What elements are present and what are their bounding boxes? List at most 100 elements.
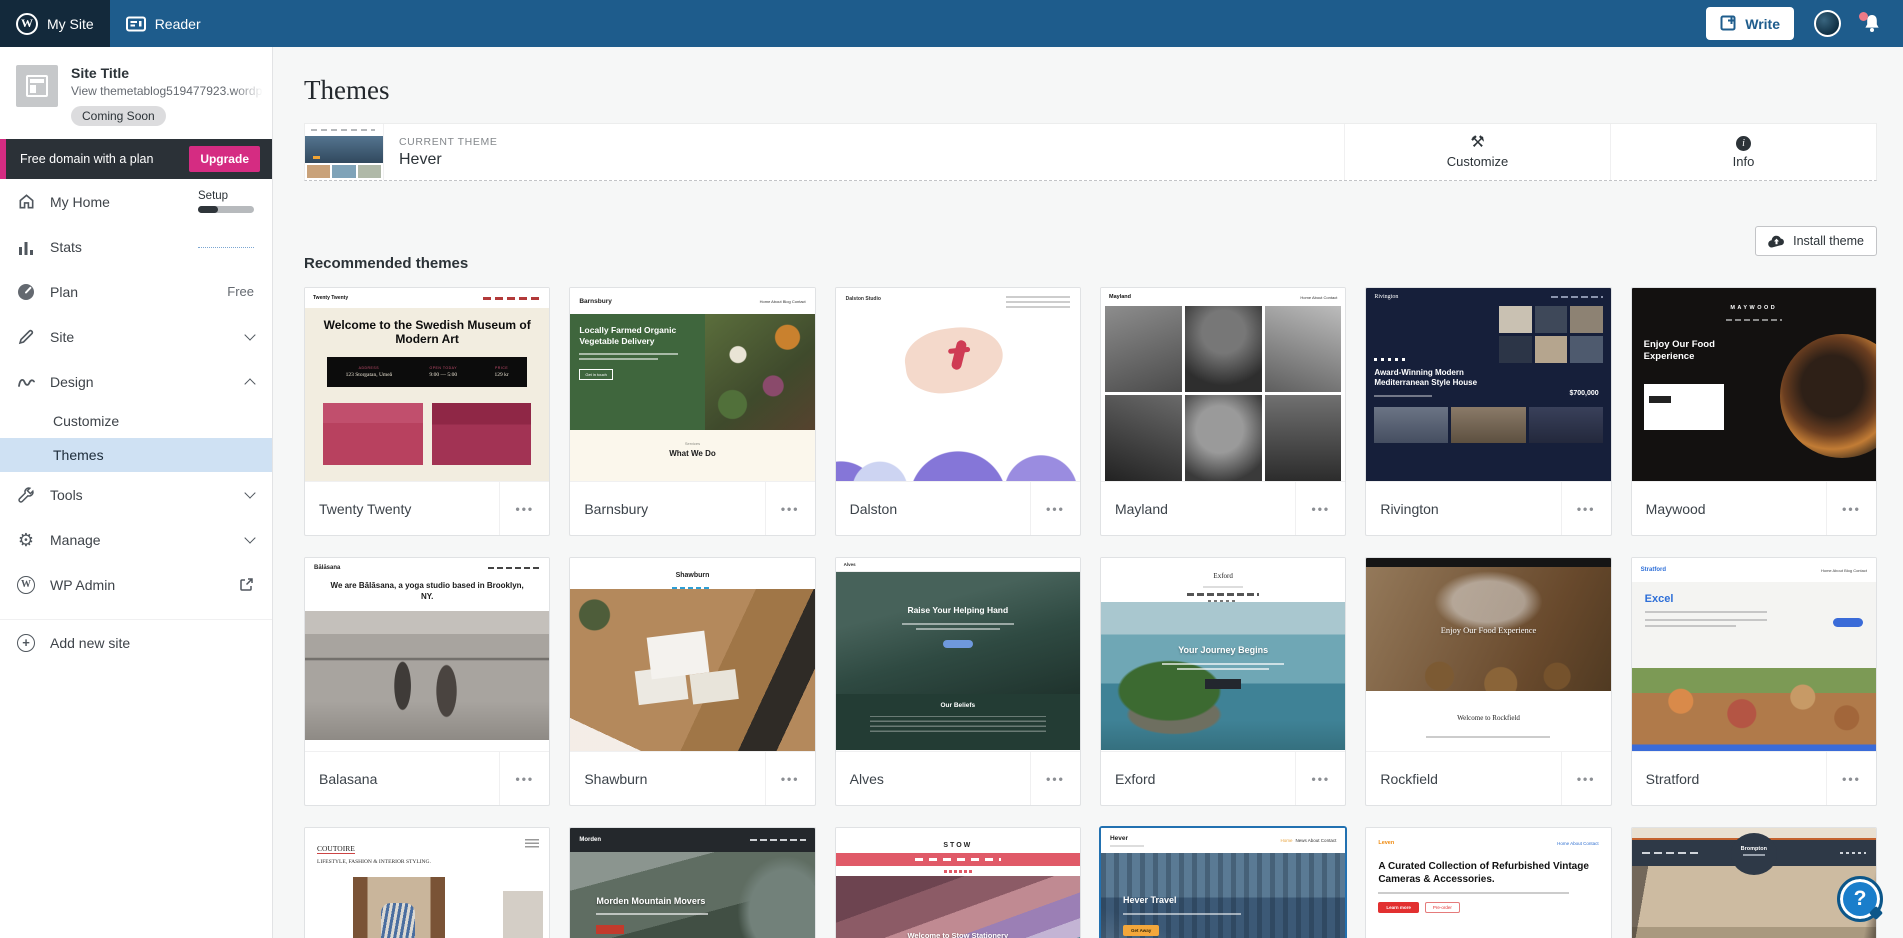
theme-more-button[interactable]: ••• (499, 752, 549, 805)
current-theme-name: Hever (399, 151, 1344, 169)
theme-more-button[interactable]: ••• (499, 482, 549, 535)
sidebar-item-wp-admin[interactable]: W WP Admin (0, 562, 272, 607)
theme-card-hever[interactable]: Hever HomeNews About Contact Hever Trave… (1100, 827, 1346, 938)
theme-card-maywood[interactable]: MAYWOOD Enjoy Our Food Experience Maywoo… (1631, 287, 1877, 536)
theme-more-button[interactable]: ••• (765, 482, 815, 535)
theme-card-alves[interactable]: Alves Raise Your Helping Hand Our Belief… (835, 557, 1081, 806)
theme-more-button[interactable]: ••• (1826, 752, 1876, 805)
theme-thumbnail: Twenty Twenty Welcome to the Swedish Mus… (305, 288, 549, 481)
theme-thumbnail: MaylandHome About Contact (1101, 288, 1345, 481)
current-theme-info: CURRENT THEME Hever (384, 124, 1344, 180)
theme-namebar: Barnsbury ••• (570, 481, 814, 535)
plan-icon (16, 283, 36, 301)
theme-card-twenty-twenty[interactable]: Twenty Twenty Welcome to the Swedish Mus… (304, 287, 550, 536)
theme-card-barnsbury[interactable]: BarnsburyHome About Blog Contact Locally… (569, 287, 815, 536)
sidebar-item-label: Stats (50, 239, 82, 255)
theme-card-brompton[interactable]: Brompton Brompton ••• (1631, 827, 1877, 938)
theme-card-stratford[interactable]: StratfordHome About Blog Contact Excel S… (1631, 557, 1877, 806)
customize-tools-icon: ⚒ (1470, 135, 1484, 151)
upgrade-button[interactable]: Upgrade (189, 146, 260, 172)
theme-card-coutoire[interactable]: COUTOIRELIFESTYLE, FASHION & INTERIOR ST… (304, 827, 550, 938)
thumb-photo (305, 877, 549, 938)
upsell-text: Free domain with a plan (20, 152, 153, 166)
theme-thumbnail: MAYWOOD Enjoy Our Food Experience (1632, 288, 1876, 481)
theme-card-shawburn[interactable]: Shawburn Shawburn ••• (569, 557, 815, 806)
thumb-brand: Alves (844, 562, 856, 567)
theme-card-balasana[interactable]: Bālāsana We are Bālāsana, a yoga studio … (304, 557, 550, 806)
page-title: Themes (304, 75, 1877, 106)
question-mark-icon: ? (1854, 887, 1867, 911)
write-button[interactable]: Write (1706, 7, 1794, 40)
sidebar-item-design[interactable]: Design (0, 359, 272, 404)
theme-card-rivington[interactable]: Rivington Award-Winning Modern Mediterra… (1365, 287, 1611, 536)
sidebar-item-site[interactable]: Site (0, 314, 272, 359)
themes-controls: Recommended themes Install theme (304, 226, 1877, 274)
thumb-brand: COUTOIRE (317, 844, 355, 854)
info-button[interactable]: i Info (1610, 124, 1876, 180)
sidebar-item-label: Site (50, 329, 74, 345)
thumb-photo (705, 314, 815, 430)
theme-more-button[interactable]: ••• (1561, 482, 1611, 535)
theme-namebar: Alves ••• (836, 751, 1080, 805)
theme-more-button[interactable]: ••• (1030, 752, 1080, 805)
main-content: Themes CURRENT THEME Hever ⚒ Customize i… (273, 0, 1903, 938)
install-theme-button[interactable]: Install theme (1755, 226, 1877, 256)
sidebar-item-my-home[interactable]: My Home Setup (0, 179, 272, 224)
site-card[interactable]: Site Title View themetablog519477923.wor… (0, 47, 272, 139)
sidebar-item-plan[interactable]: Plan Free (0, 269, 272, 314)
sidebar-item-label: Design (50, 374, 94, 390)
site-icon (16, 65, 58, 107)
sidebar-item-themes[interactable]: Themes (0, 438, 272, 472)
theme-card-morden[interactable]: Morden Morden Mountain Movers Morden ••• (569, 827, 815, 938)
notifications-button[interactable] (1861, 13, 1883, 34)
help-button[interactable]: ? (1837, 876, 1883, 922)
theme-card-leven[interactable]: LevenHome About Contact A Curated Collec… (1365, 827, 1611, 938)
theme-thumbnail: COUTOIRELIFESTYLE, FASHION & INTERIOR ST… (305, 828, 549, 938)
thumb-photo (1780, 334, 1876, 458)
thumb-brand: STOW (943, 842, 972, 849)
thumb-brand: Morden (579, 837, 601, 843)
design-squiggle-icon (16, 375, 36, 389)
sidebar-item-manage[interactable]: ⚙ Manage (0, 517, 272, 562)
theme-card-rockfield[interactable]: Enjoy Our Food Experience Welcome to Roc… (1365, 557, 1611, 806)
theme-card-mayland[interactable]: MaylandHome About Contact Mayland ••• (1100, 287, 1346, 536)
thumb-photo (305, 611, 549, 740)
write-label: Write (1745, 16, 1780, 32)
theme-card-dalston[interactable]: Dalston Studio Dalston ••• (835, 287, 1081, 536)
customize-label: Customize (1447, 154, 1508, 169)
theme-name: Mayland (1101, 482, 1295, 535)
thumb-headline: We are Bālāsana, a yoga studio based in … (305, 578, 549, 611)
customize-button[interactable]: ⚒ Customize (1344, 124, 1610, 180)
masterbar-right: Write (1706, 0, 1903, 47)
thumb-photo: Enjoy Our Food Experience (1366, 567, 1610, 691)
theme-thumbnail: StratfordHome About Blog Contact Excel (1632, 558, 1876, 751)
add-new-site-button[interactable]: + Add new site (0, 620, 272, 665)
theme-more-button[interactable]: ••• (1561, 752, 1611, 805)
cloud-upload-icon (1768, 235, 1785, 248)
theme-card-exford[interactable]: Exford Your Journey Begins Exford ••• (1100, 557, 1346, 806)
sidebar-item-customize[interactable]: Customize (0, 404, 272, 438)
profile-avatar[interactable] (1814, 10, 1841, 37)
theme-more-button[interactable]: ••• (765, 752, 815, 805)
theme-more-button[interactable]: ••• (1030, 482, 1080, 535)
add-new-site-label: Add new site (50, 635, 130, 651)
theme-name: Alves (836, 752, 1030, 805)
thumb-brand: Dalston Studio (846, 296, 881, 310)
theme-card-stow[interactable]: STOW Welcome to Stow Stationery Stow ••• (835, 827, 1081, 938)
theme-name: Rivington (1366, 482, 1560, 535)
sidebar-item-stats[interactable]: Stats (0, 224, 272, 269)
thumb-price: $700,000 (1569, 390, 1598, 397)
theme-thumbnail: Dalston Studio (836, 288, 1080, 481)
reader-label: Reader (155, 16, 201, 32)
theme-name: Rockfield (1366, 752, 1560, 805)
theme-more-button[interactable]: ••• (1295, 752, 1345, 805)
my-site-button[interactable]: W My Site (0, 0, 110, 47)
reader-button[interactable]: Reader (110, 0, 217, 47)
sidebar-item-tools[interactable]: Tools (0, 472, 272, 517)
theme-namebar: Mayland ••• (1101, 481, 1345, 535)
thumb-headline: Welcome to Stow Stationery (836, 876, 1080, 938)
theme-name: Shawburn (570, 752, 764, 805)
thumb-headline: Your Journey Begins (1101, 602, 1345, 655)
theme-more-button[interactable]: ••• (1295, 482, 1345, 535)
theme-more-button[interactable]: ••• (1826, 482, 1876, 535)
